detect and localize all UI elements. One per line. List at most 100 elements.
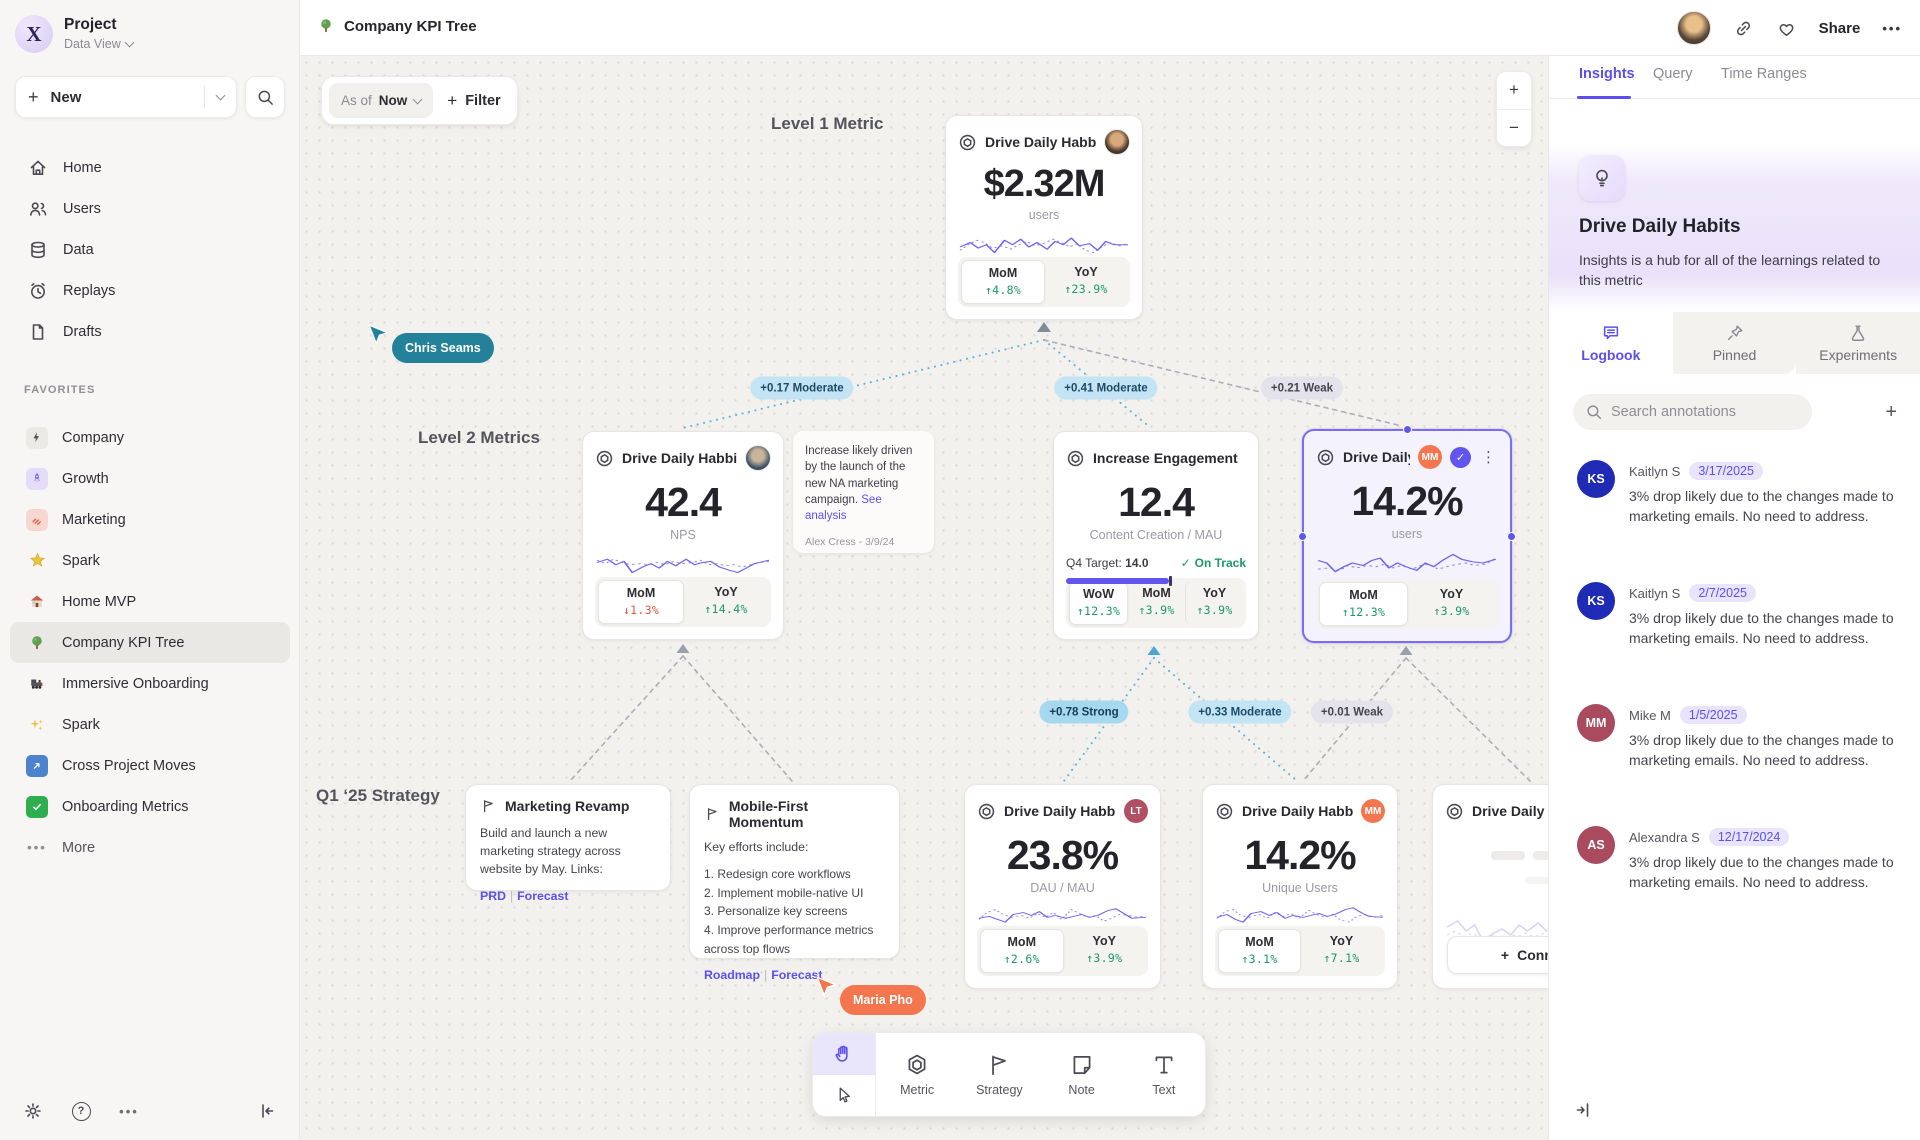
sidebar-item-growth[interactable]: Growth: [10, 458, 290, 499]
search-button[interactable]: [245, 76, 285, 118]
favorite-heart-icon[interactable]: [1776, 18, 1797, 39]
more-options-button[interactable]: •••: [116, 1098, 142, 1124]
resize-handle-right[interactable]: [1507, 532, 1516, 541]
link-icon[interactable]: [1733, 18, 1754, 39]
forecast-link[interactable]: Forecast: [517, 889, 568, 903]
add-annotation-button[interactable]: +: [1885, 401, 1897, 424]
tab-insights[interactable]: Insights: [1579, 66, 1635, 82]
metric-title: Drive Daily Habbits: [1242, 803, 1353, 819]
app-logo[interactable]: X: [15, 15, 53, 53]
panel-tabs: Insights Query Time Ranges: [1549, 56, 1920, 99]
sidebar-item-drafts[interactable]: Drafts: [10, 312, 290, 352]
resize-handle-top[interactable]: [1403, 425, 1412, 434]
sidebar-item-label: Company KPI Tree: [62, 635, 185, 651]
hand-tool-button[interactable]: [813, 1033, 875, 1075]
sidebar-item-company-kpi-tree[interactable]: Company KPI Tree: [10, 622, 290, 663]
stat-yoy[interactable]: YoY ↑3.9%: [1185, 581, 1243, 625]
metric-tool-button[interactable]: Metric: [876, 1033, 958, 1116]
settings-button[interactable]: [20, 1098, 46, 1124]
text-tool-button[interactable]: Text: [1123, 1033, 1205, 1116]
stat-mom[interactable]: MoM ↓1.3%: [598, 580, 684, 624]
sidebar-item-home-mvp[interactable]: Home MVP: [10, 581, 290, 622]
stat-mom[interactable]: MoM ↑3.1%: [1218, 929, 1301, 973]
metric-card-unique-users[interactable]: Drive Daily Habbits MM 14.2% Unique User…: [1202, 784, 1398, 989]
search-annotations-input[interactable]: [1573, 394, 1812, 430]
tab-query[interactable]: Query: [1653, 66, 1693, 82]
metric-unit: Content Creation / MAU: [1066, 528, 1246, 542]
sidebar-item-company[interactable]: Company: [10, 417, 290, 458]
sidebar-item-users[interactable]: Users: [10, 189, 290, 229]
kpi-tree-canvas[interactable]: Level 1 Metric Level 2 Metrics Q1 ‘25 St…: [300, 56, 1548, 1140]
subtab-pinned[interactable]: Pinned: [1673, 312, 1797, 374]
stat-yoy[interactable]: YoY ↑7.1%: [1301, 929, 1382, 973]
collapse-left-icon: [257, 1101, 277, 1121]
strategy-links: PRD|Forecast: [480, 889, 656, 903]
page-title-label: Company KPI Tree: [344, 18, 477, 35]
strategy-card-marketing-revamp[interactable]: Marketing Revamp Build and launch a new …: [465, 784, 671, 891]
stat-yoy[interactable]: YoY ↑3.9%: [1064, 929, 1146, 973]
metric-card-engagement[interactable]: Increase Engagement 12.4 Content Creatio…: [1053, 431, 1259, 640]
strategy-links: Roadmap|Forecast: [704, 968, 885, 982]
select-tool-button[interactable]: [813, 1075, 875, 1117]
stat-yoy[interactable]: YoY ↑14.4%: [684, 580, 768, 624]
stat-yoy[interactable]: YoY ↑23.9%: [1045, 260, 1127, 304]
stat-label: YoY: [684, 585, 768, 599]
tab-time-ranges[interactable]: Time Ranges: [1721, 66, 1807, 82]
sidebar-item-more[interactable]: ••• More: [10, 827, 290, 868]
subtab-experiments[interactable]: Experiments: [1796, 312, 1920, 374]
stat-wow[interactable]: WoW ↑12.3%: [1069, 581, 1128, 625]
prd-link[interactable]: PRD: [480, 889, 506, 903]
metric-title: Drive Daily Hab: [1472, 803, 1548, 819]
sidebar-item-replays[interactable]: Replays: [10, 271, 290, 311]
resize-handle-left[interactable]: [1298, 532, 1307, 541]
card-menu-button[interactable]: ⋮: [1479, 450, 1498, 465]
metric-card-dau[interactable]: Drive Daily Habbits LT 23.8% DAU / MAU M…: [964, 784, 1161, 989]
sidebar-item-label: Immersive Onboarding: [62, 676, 209, 692]
annotation-date[interactable]: 2/7/2025: [1689, 584, 1756, 602]
stat-value: ↑3.9%: [1064, 951, 1146, 965]
note-tool-button[interactable]: Note: [1041, 1033, 1123, 1116]
annotation-date[interactable]: 3/17/2025: [1689, 462, 1763, 480]
metric-card-root[interactable]: Drive Daily Habbits $2.32M users MoM ↑4.…: [945, 115, 1143, 320]
subtab-logbook[interactable]: Logbook: [1549, 312, 1673, 374]
stat-mom[interactable]: MoM ↑4.8%: [961, 260, 1045, 304]
metric-unit: NPS: [595, 528, 771, 542]
filter-button[interactable]: + Filter: [447, 91, 500, 111]
metric-card-nps[interactable]: Drive Daily Habbits 42.4 NPS MoM ↓1.3%: [582, 431, 784, 640]
zoom-in-button[interactable]: +: [1497, 72, 1531, 110]
sidebar-item-cross-project-moves[interactable]: Cross Project Moves: [10, 745, 290, 786]
annotation-date[interactable]: 12/17/2024: [1709, 828, 1790, 846]
help-button[interactable]: ?: [68, 1098, 94, 1124]
zoom-out-button[interactable]: −: [1497, 110, 1531, 147]
project-view-switcher[interactable]: Data View: [64, 37, 133, 51]
more-menu-button[interactable]: •••: [1882, 21, 1902, 36]
metric-card-selected[interactable]: Drive Daily Habb.. MM ✓ ⋮ 14.2% users Mo…: [1302, 429, 1512, 643]
annotation-date[interactable]: 1/5/2025: [1680, 706, 1747, 724]
strategy-card-mobile-first[interactable]: Mobile-First Momentum Key efforts includ…: [689, 784, 900, 959]
roadmap-link[interactable]: Roadmap: [704, 968, 760, 982]
user-avatar[interactable]: [1677, 11, 1711, 45]
new-button[interactable]: + New: [15, 76, 237, 118]
sidebar-item-immersive-onboarding[interactable]: Immersive Onboarding: [10, 663, 290, 704]
sidebar-item-data[interactable]: Data: [10, 230, 290, 270]
metric-card-partial[interactable]: Drive Daily Hab + Connect: [1432, 784, 1548, 989]
as-of-dropdown[interactable]: As of Now: [329, 83, 433, 118]
share-button[interactable]: Share: [1819, 20, 1861, 37]
strategy-tool-button[interactable]: Strategy: [958, 1033, 1040, 1116]
stat-yoy[interactable]: YoY ↑3.9%: [1408, 582, 1495, 626]
collapse-panel-button[interactable]: [1573, 1100, 1593, 1120]
sidebar-item-spark[interactable]: Spark: [10, 540, 290, 581]
forecast-link[interactable]: Forecast: [771, 968, 822, 982]
stat-mom[interactable]: MoM ↑3.9%: [1128, 581, 1185, 625]
sidebar-item-onboarding-metrics[interactable]: Onboarding Metrics: [10, 786, 290, 827]
stat-mom[interactable]: MoM ↑2.6%: [980, 929, 1064, 973]
flask-icon: [1848, 323, 1868, 343]
plus-icon: +: [1501, 947, 1509, 963]
sidebar-item-spark-2[interactable]: Spark: [10, 704, 290, 745]
canvas-note[interactable]: Increase likely driven by the launch of …: [793, 431, 934, 553]
sidebar-item-marketing[interactable]: Marketing: [10, 499, 290, 540]
sidebar-item-home[interactable]: Home: [10, 148, 290, 188]
collapse-sidebar-button[interactable]: [254, 1098, 280, 1124]
stat-mom[interactable]: MoM ↑12.3%: [1319, 582, 1408, 626]
connect-button[interactable]: + Connect: [1447, 936, 1548, 974]
